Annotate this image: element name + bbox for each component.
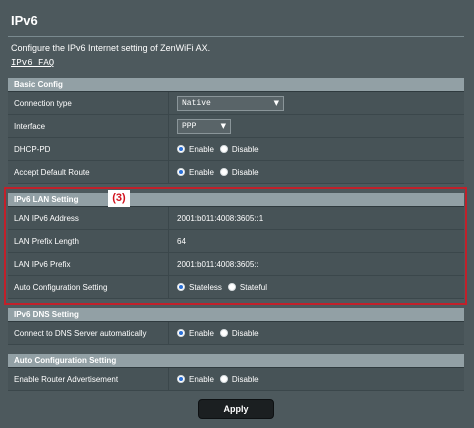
lan-setting-highlight-box: [4, 187, 467, 305]
chevron-down-icon: ▼: [273, 99, 279, 107]
accept-default-route-radio-group: Enable Disable: [177, 168, 263, 177]
connect-dns-enable-radio[interactable]: [177, 329, 185, 337]
accept-default-route-enable-label: Enable: [189, 167, 214, 177]
basic-config-section: Basic Config Connection type Native ▼ In…: [8, 78, 464, 184]
connect-dns-disable-label: Disable: [231, 328, 259, 338]
accept-default-route-row: Accept Default Route Enable Disable: [8, 161, 464, 184]
router-advertisement-label: Enable Router Advertisement: [8, 368, 168, 390]
router-advertisement-disable-label: Disable: [231, 374, 259, 384]
accept-default-route-disable-label: Disable: [231, 167, 259, 177]
router-advertisement-row: Enable Router Advertisement Enable Disab…: [8, 368, 464, 391]
accept-default-route-disable-radio[interactable]: [219, 168, 228, 176]
ipv6-faq-link[interactable]: IPv6 FAQ: [11, 58, 54, 68]
connection-type-label: Connection type: [8, 92, 168, 114]
router-advertisement-enable-radio[interactable]: [177, 375, 185, 383]
page-title: IPv6: [11, 13, 38, 28]
title-divider: [8, 36, 464, 37]
connect-dns-enable-label: Enable: [189, 328, 214, 338]
page-description: Configure the IPv6 Internet setting of Z…: [11, 43, 211, 53]
interface-value: PPP: [182, 121, 197, 131]
interface-select[interactable]: PPP ▼: [177, 118, 231, 134]
connect-dns-auto-row: Connect to DNS Server automatically Enab…: [8, 322, 464, 345]
connection-type-select[interactable]: Native ▼: [177, 95, 284, 111]
accept-default-route-enable-radio[interactable]: [177, 168, 185, 176]
chevron-down-icon: ▼: [220, 122, 226, 130]
connection-type-value: Native: [182, 98, 211, 108]
dhcp-pd-disable-label: Disable: [231, 144, 259, 154]
router-advertisement-disable-radio[interactable]: [219, 375, 228, 383]
interface-row: Interface PPP ▼: [8, 115, 464, 138]
dhcp-pd-enable-radio[interactable]: [177, 145, 185, 153]
connect-dns-auto-label: Connect to DNS Server automatically: [8, 322, 168, 344]
apply-button[interactable]: Apply: [198, 399, 274, 419]
basic-config-header: Basic Config: [8, 78, 464, 92]
auto-config-section: Auto Configuration Setting Enable Router…: [8, 354, 464, 391]
dhcp-pd-disable-radio[interactable]: [219, 145, 228, 153]
dns-setting-section: IPv6 DNS Setting Connect to DNS Server a…: [8, 308, 464, 345]
dhcp-pd-label: DHCP-PD: [8, 138, 168, 160]
connection-type-row: Connection type Native ▼: [8, 92, 464, 115]
dns-setting-header: IPv6 DNS Setting: [8, 308, 464, 322]
router-advertisement-radio-group: Enable Disable: [177, 375, 263, 384]
accept-default-route-label: Accept Default Route: [8, 161, 168, 183]
auto-config-header: Auto Configuration Setting: [8, 354, 464, 368]
dhcp-pd-radio-group: Enable Disable: [177, 145, 263, 154]
step-marker: (3): [108, 190, 130, 207]
connect-dns-auto-radio-group: Enable Disable: [177, 329, 263, 338]
connect-dns-disable-radio[interactable]: [219, 329, 228, 337]
interface-label: Interface: [8, 115, 168, 137]
dhcp-pd-enable-label: Enable: [189, 144, 214, 154]
router-advertisement-enable-label: Enable: [189, 374, 214, 384]
dhcp-pd-row: DHCP-PD Enable Disable: [8, 138, 464, 161]
ipv6-settings-page: IPv6 Configure the IPv6 Internet setting…: [0, 0, 474, 428]
